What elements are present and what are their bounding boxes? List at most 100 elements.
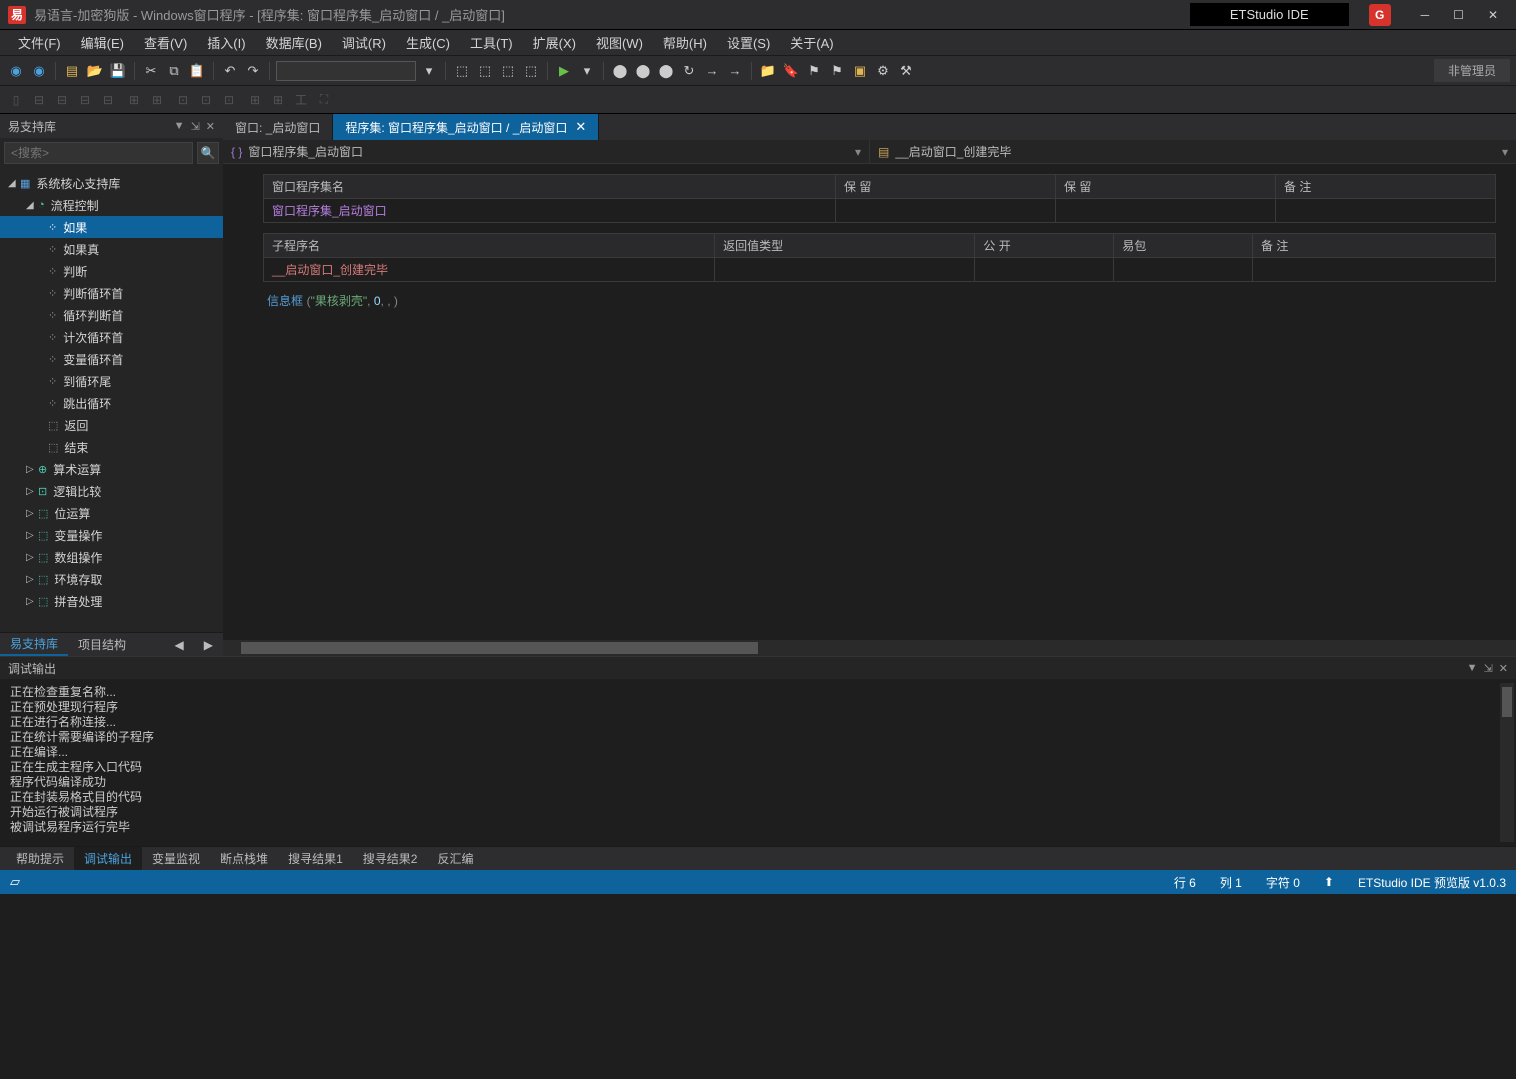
tree-item[interactable]: ⁘跳出循环 <box>0 392 223 414</box>
run-dd-icon[interactable]: ▾ <box>577 61 597 81</box>
tool-c-icon[interactable]: ⬚ <box>498 61 518 81</box>
panel-close-icon[interactable]: ✕ <box>206 120 215 133</box>
v-scrollbar[interactable] <box>1500 683 1514 842</box>
tree-cat[interactable]: ▷⬚位运算 <box>0 502 223 524</box>
tree-item[interactable]: ⁘如果 <box>0 216 223 238</box>
status-upload-icon[interactable]: ⬆ <box>1324 875 1334 889</box>
context-right[interactable]: ▤__启动窗口_创建完毕▾ <box>869 140 1516 163</box>
dropdown-icon[interactable]: ▾ <box>419 61 439 81</box>
close-button[interactable]: ✕ <box>1488 8 1498 22</box>
menu-database[interactable]: 数据库(B) <box>258 31 330 54</box>
menu-edit[interactable]: 编辑(E) <box>73 31 132 54</box>
library-tree[interactable]: ◢▦系统核心支持库 ◢◔流程控制 ⁘如果 ⁘如果真 ⁘判断 ⁘判断循环首 ⁘循环… <box>0 168 223 632</box>
tree-item[interactable]: ⁘判断 <box>0 260 223 282</box>
dropdown-icon[interactable]: ▼ <box>1467 662 1478 674</box>
search-input[interactable] <box>4 142 193 164</box>
tree-item[interactable]: ⁘判断循环首 <box>0 282 223 304</box>
bp2-icon[interactable]: ⬤ <box>633 61 653 81</box>
tree-cat[interactable]: ▷⬚拼音处理 <box>0 590 223 612</box>
config-combo[interactable] <box>276 61 416 81</box>
minimize-button[interactable]: ─ <box>1421 8 1430 22</box>
cut-icon[interactable]: ✂ <box>141 61 161 81</box>
context-left[interactable]: { }窗口程序集_启动窗口▾ <box>223 140 869 163</box>
breakpoint-icon[interactable]: ⬤ <box>610 61 630 81</box>
tool-b-icon[interactable]: ⬚ <box>475 61 495 81</box>
menu-settings[interactable]: 设置(S) <box>719 31 778 54</box>
tab-prev-icon[interactable]: ◀ <box>165 638 194 652</box>
h-scrollbar[interactable] <box>223 640 1516 656</box>
menu-insert[interactable]: 插入(I) <box>199 31 253 54</box>
open-icon[interactable]: 📂 <box>85 61 105 81</box>
out-tab-disasm[interactable]: 反汇编 <box>427 847 483 870</box>
menu-debug[interactable]: 调试(R) <box>334 31 394 54</box>
admin-button[interactable]: 非管理员 <box>1434 59 1510 82</box>
menu-help[interactable]: 帮助(H) <box>655 31 715 54</box>
tree-item[interactable]: ⬚结束 <box>0 436 223 458</box>
output-body[interactable]: 正在检查重复名称... 正在预处理现行程序 正在进行名称连接... 正在统计需要… <box>0 679 1516 846</box>
output-line: 正在检查重复名称... <box>10 685 1506 700</box>
menu-file[interactable]: 文件(F) <box>10 31 69 54</box>
tab-close-icon[interactable]: ✕ <box>575 119 586 135</box>
out-tab-debug[interactable]: 调试输出 <box>74 847 142 870</box>
tree-cat[interactable]: ▷⬚变量操作 <box>0 524 223 546</box>
tree-cat[interactable]: ▷⊕算术运算 <box>0 458 223 480</box>
menu-extend[interactable]: 扩展(X) <box>525 31 584 54</box>
bookmark-icon[interactable]: 🔖 <box>781 61 801 81</box>
side-tab-project[interactable]: 项目结构 <box>68 633 136 656</box>
flag-icon[interactable]: ⚑ <box>804 61 824 81</box>
hammer-icon[interactable]: ⚒ <box>896 61 916 81</box>
tree-item[interactable]: ⁘到循环尾 <box>0 370 223 392</box>
dropdown-icon[interactable]: ▼ <box>174 120 185 132</box>
pin-icon[interactable]: ⇲ <box>1484 662 1493 675</box>
tree-cat-flow[interactable]: ◢◔流程控制 <box>0 194 223 216</box>
run-icon[interactable]: ▶ <box>554 61 574 81</box>
menu-about[interactable]: 关于(A) <box>782 31 841 54</box>
copy-icon[interactable]: ⧉ <box>164 61 184 81</box>
doc-tab-procset[interactable]: 程序集: 窗口程序集_启动窗口 / _启动窗口✕ <box>333 114 599 140</box>
tool-d-icon[interactable]: ⬚ <box>521 61 541 81</box>
out-tab-search2[interactable]: 搜寻结果2 <box>353 847 428 870</box>
code-editor[interactable]: 窗口程序集名保 留保 留备 注 窗口程序集_启动窗口 子程序名返回值类型公 开易… <box>223 164 1516 640</box>
step-in-icon[interactable]: → <box>702 61 722 81</box>
tool-a-icon[interactable]: ⬚ <box>452 61 472 81</box>
panel-close-icon[interactable]: ✕ <box>1499 662 1508 675</box>
gear-icon[interactable]: ⚙ <box>873 61 893 81</box>
step-out-icon[interactable]: → <box>725 61 745 81</box>
menu-build[interactable]: 生成(C) <box>398 31 458 54</box>
tree-cat[interactable]: ▷⬚数组操作 <box>0 546 223 568</box>
paste-icon[interactable]: 📋 <box>187 61 207 81</box>
nav-fwd-icon[interactable]: ◉ <box>29 61 49 81</box>
tree-cat[interactable]: ▷⬚环境存取 <box>0 568 223 590</box>
tree-item[interactable]: ⁘循环判断首 <box>0 304 223 326</box>
tree-cat[interactable]: ▷⊡逻辑比较 <box>0 480 223 502</box>
step-over-icon[interactable]: ↻ <box>679 61 699 81</box>
menu-view[interactable]: 查看(V) <box>136 31 195 54</box>
tab-next-icon[interactable]: ▶ <box>194 638 223 652</box>
menu-tools[interactable]: 工具(T) <box>462 31 521 54</box>
tree-item[interactable]: ⁘如果真 <box>0 238 223 260</box>
side-tab-lib[interactable]: 易支持库 <box>0 633 68 656</box>
redo-icon[interactable]: ↷ <box>243 61 263 81</box>
flag2-icon[interactable]: ⚑ <box>827 61 847 81</box>
out-tab-help[interactable]: 帮助提示 <box>6 847 74 870</box>
nav-back-icon[interactable]: ◉ <box>6 61 26 81</box>
bp3-icon[interactable]: ⬤ <box>656 61 676 81</box>
search-button[interactable]: 🔍 <box>197 142 219 164</box>
folder-icon[interactable]: 📁 <box>758 61 778 81</box>
box-icon[interactable]: ▣ <box>850 61 870 81</box>
new-icon[interactable]: ▤ <box>62 61 82 81</box>
code-line[interactable]: 信息框 ("果核剥壳", 0, , ) <box>263 292 1496 309</box>
out-tab-bp[interactable]: 断点栈堆 <box>210 847 278 870</box>
doc-tab-window[interactable]: 窗口: _启动窗口 <box>223 114 333 140</box>
tree-item[interactable]: ⬚返回 <box>0 414 223 436</box>
tree-root[interactable]: ◢▦系统核心支持库 <box>0 172 223 194</box>
save-icon[interactable]: 💾 <box>108 61 128 81</box>
tree-item[interactable]: ⁘计次循环首 <box>0 326 223 348</box>
pin-icon[interactable]: ⇲ <box>191 120 200 133</box>
undo-icon[interactable]: ↶ <box>220 61 240 81</box>
tree-item[interactable]: ⁘变量循环首 <box>0 348 223 370</box>
maximize-button[interactable]: ☐ <box>1453 8 1464 22</box>
out-tab-search1[interactable]: 搜寻结果1 <box>278 847 353 870</box>
menu-window[interactable]: 视图(W) <box>588 31 651 54</box>
out-tab-vars[interactable]: 变量监视 <box>142 847 210 870</box>
